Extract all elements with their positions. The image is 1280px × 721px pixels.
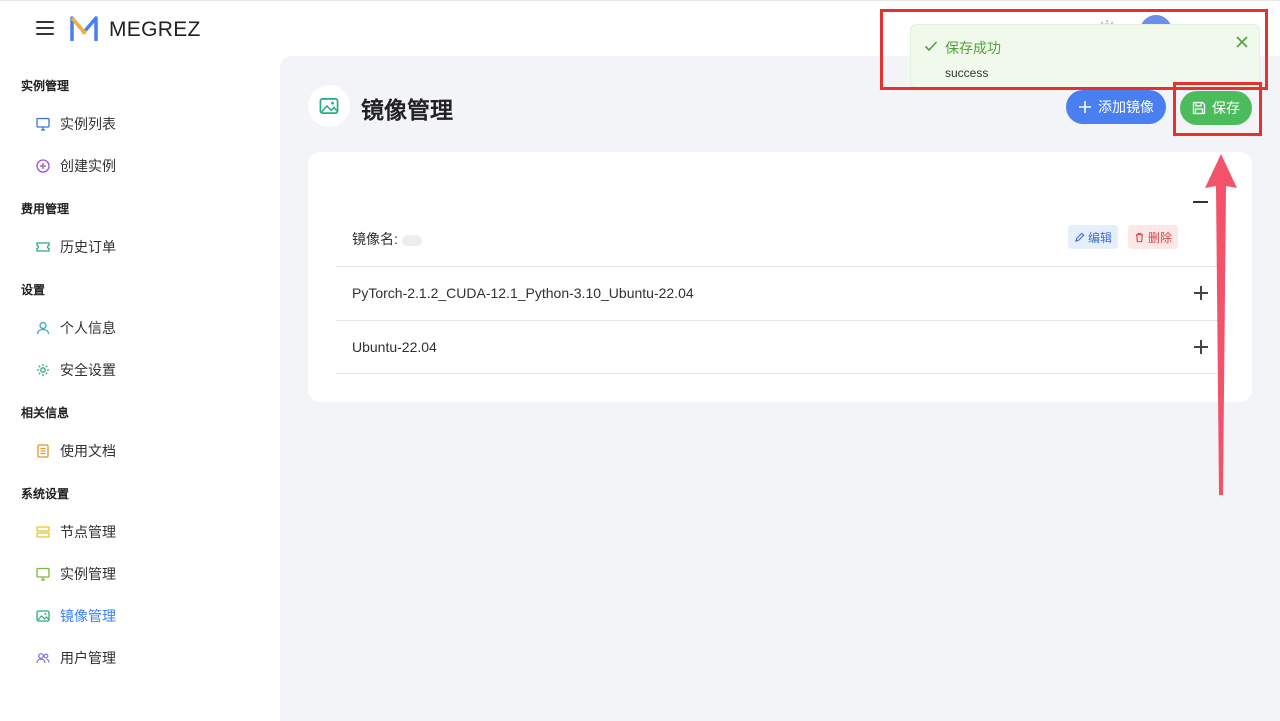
sidebar: 实例管理 实例列表 创建实例 费用管理 历史订单 设置 个人信息 安全设置 相关… — [0, 56, 280, 721]
image-name-label: 镜像名: — [352, 229, 422, 249]
sidebar-item-docs[interactable]: 使用文档 — [36, 438, 116, 464]
megrez-logo — [70, 16, 98, 41]
menu-toggle-icon[interactable] — [36, 21, 54, 35]
add-image-label: 添加镜像 — [1098, 99, 1154, 115]
monitor-icon — [36, 117, 50, 131]
image-row[interactable]: Ubuntu-22.04 — [336, 321, 1218, 374]
plus-icon — [1078, 100, 1092, 114]
sidebar-item-profile[interactable]: 个人信息 — [36, 315, 116, 341]
sidebar-item-image-management[interactable]: 镜像管理 — [36, 603, 116, 629]
sidebar-item-label: 个人信息 — [60, 320, 116, 336]
sidebar-item-label: 节点管理 — [60, 524, 116, 540]
image-row-name: Ubuntu-22.04 — [352, 339, 437, 355]
sidebar-item-label: 实例管理 — [60, 566, 116, 582]
main-content: 镜像管理 添加镜像 保存 镜像名: 编辑 删除 PyTorch-2.1.2_CU… — [280, 56, 1280, 721]
annotation-highlight-toast — [880, 9, 1268, 90]
image-icon — [319, 98, 339, 114]
image-row-name: PyTorch-2.1.2_CUDA-12.1_Python-3.10_Ubun… — [352, 285, 694, 301]
plus-circle-icon — [36, 159, 50, 173]
sidebar-group-title: 设置 — [21, 283, 46, 297]
image-row[interactable]: PyTorch-2.1.2_CUDA-12.1_Python-3.10_Ubun… — [336, 267, 1218, 321]
server-icon — [36, 526, 50, 538]
monitor-icon — [36, 567, 50, 581]
add-image-button[interactable]: 添加镜像 — [1066, 90, 1166, 124]
pencil-icon — [1074, 232, 1085, 242]
image-list-card: 镜像名: 编辑 删除 PyTorch-2.1.2_CUDA-12.1_Pytho… — [308, 152, 1252, 402]
sidebar-item-create-instance[interactable]: 创建实例 — [36, 153, 116, 179]
annotation-highlight-save — [1173, 82, 1262, 136]
page-title: 镜像管理 — [361, 97, 453, 123]
sidebar-item-order-history[interactable]: 历史订单 — [36, 234, 116, 260]
sidebar-item-label: 镜像管理 — [60, 608, 116, 624]
sidebar-group-title: 实例管理 — [21, 79, 70, 93]
image-name-value — [401, 234, 422, 246]
page-icon — [308, 85, 350, 127]
annotation-arrow — [1205, 154, 1237, 495]
edit-label: 编辑 — [1088, 230, 1113, 245]
document-icon — [37, 444, 49, 458]
users-icon — [36, 653, 50, 664]
sidebar-item-instance-management[interactable]: 实例管理 — [36, 561, 116, 587]
brand-name: MEGREZ — [109, 18, 201, 41]
sidebar-item-label: 使用文档 — [60, 443, 116, 459]
sidebar-group-title: 相关信息 — [21, 406, 70, 420]
sidebar-item-label: 历史订单 — [60, 239, 116, 255]
image-name-caption: 镜像名: — [352, 231, 398, 247]
delete-button[interactable]: 删除 — [1128, 225, 1179, 249]
sidebar-item-label: 实例列表 — [60, 116, 116, 132]
user-icon — [36, 321, 50, 335]
image-icon — [36, 610, 50, 622]
trash-icon — [1135, 232, 1144, 242]
ticket-icon — [36, 242, 50, 252]
sidebar-item-security[interactable]: 安全设置 — [36, 357, 116, 383]
edit-button[interactable]: 编辑 — [1068, 225, 1119, 249]
sidebar-item-label: 安全设置 — [60, 362, 116, 378]
sidebar-item-instance-list[interactable]: 实例列表 — [36, 111, 116, 137]
sidebar-item-node-management[interactable]: 节点管理 — [36, 519, 116, 545]
sidebar-group-title: 费用管理 — [21, 202, 70, 216]
sidebar-item-user-management[interactable]: 用户管理 — [36, 645, 116, 671]
delete-label: 删除 — [1148, 230, 1173, 245]
sidebar-item-label: 用户管理 — [60, 650, 116, 666]
sidebar-item-label: 创建实例 — [60, 158, 116, 174]
sidebar-group-title: 系统设置 — [21, 487, 70, 501]
gear-icon — [37, 364, 49, 376]
